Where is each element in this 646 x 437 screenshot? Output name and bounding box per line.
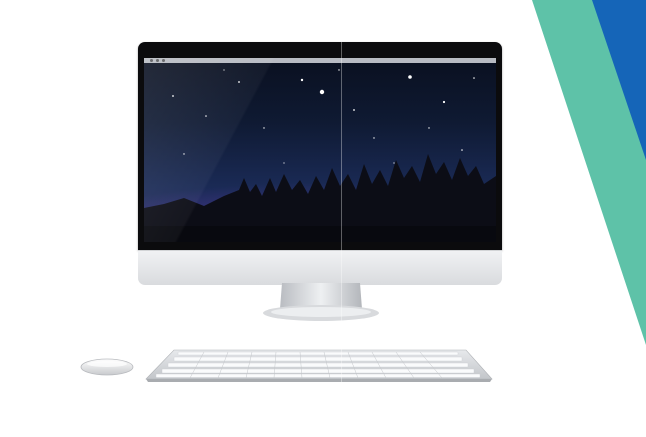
desktop-monitor [138,42,502,285]
image-seam [341,42,342,385]
monitor-stand [263,283,379,321]
monitor-bezel [138,42,502,250]
wireless-mouse-icon [80,358,134,376]
monitor-screen [144,58,496,242]
monitor-chin [138,250,502,285]
keyboard-icon [145,349,493,382]
stars [172,69,475,164]
night-sky-wallpaper [144,69,496,242]
teal-stripe [532,0,646,345]
blue-stripe [592,0,646,160]
product-photo [0,0,646,437]
